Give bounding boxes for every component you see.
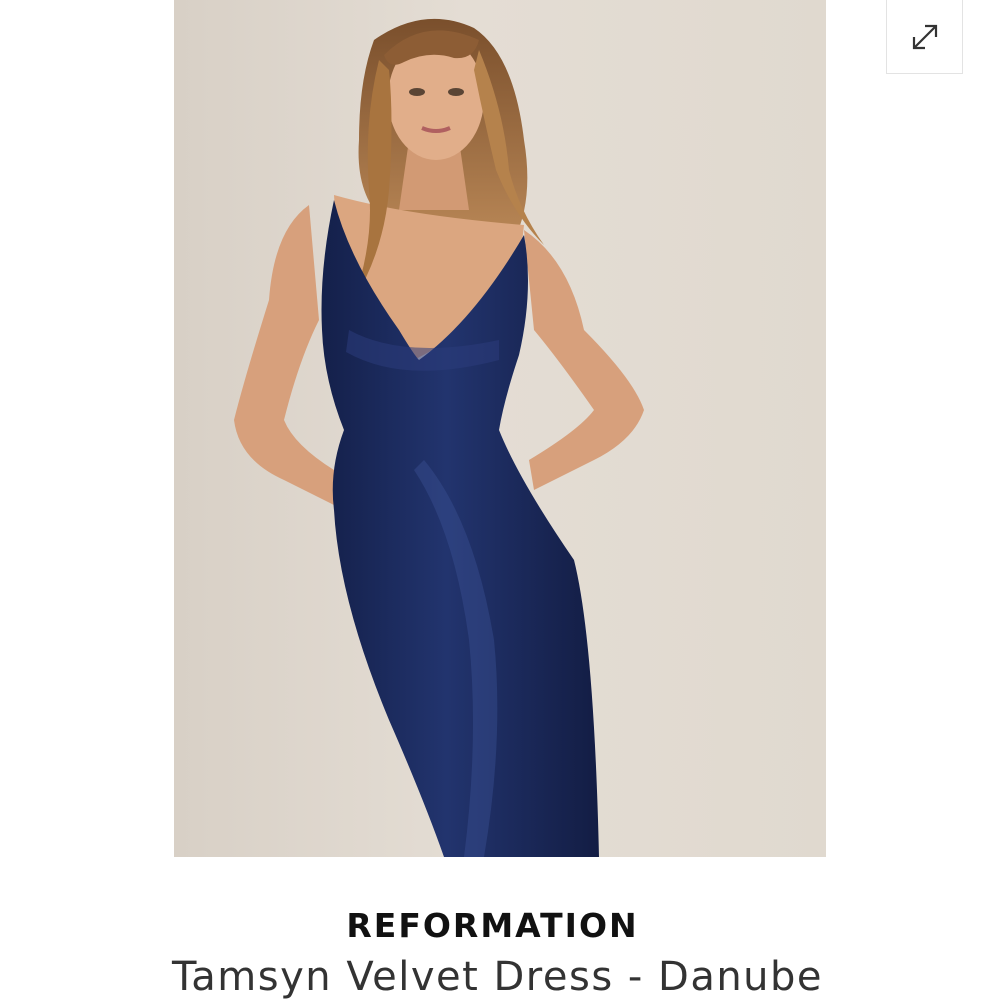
product-title[interactable]: Tamsyn Velvet Dress - Danube [0, 954, 995, 1000]
product-image[interactable] [174, 0, 826, 857]
product-brand: REFORMATION [346, 906, 639, 945]
model-right-arm [524, 230, 644, 490]
expand-button[interactable] [886, 0, 963, 74]
expand-icon [912, 24, 937, 49]
model-left-arm [234, 205, 334, 505]
product-photo-illustration [234, 18, 644, 857]
